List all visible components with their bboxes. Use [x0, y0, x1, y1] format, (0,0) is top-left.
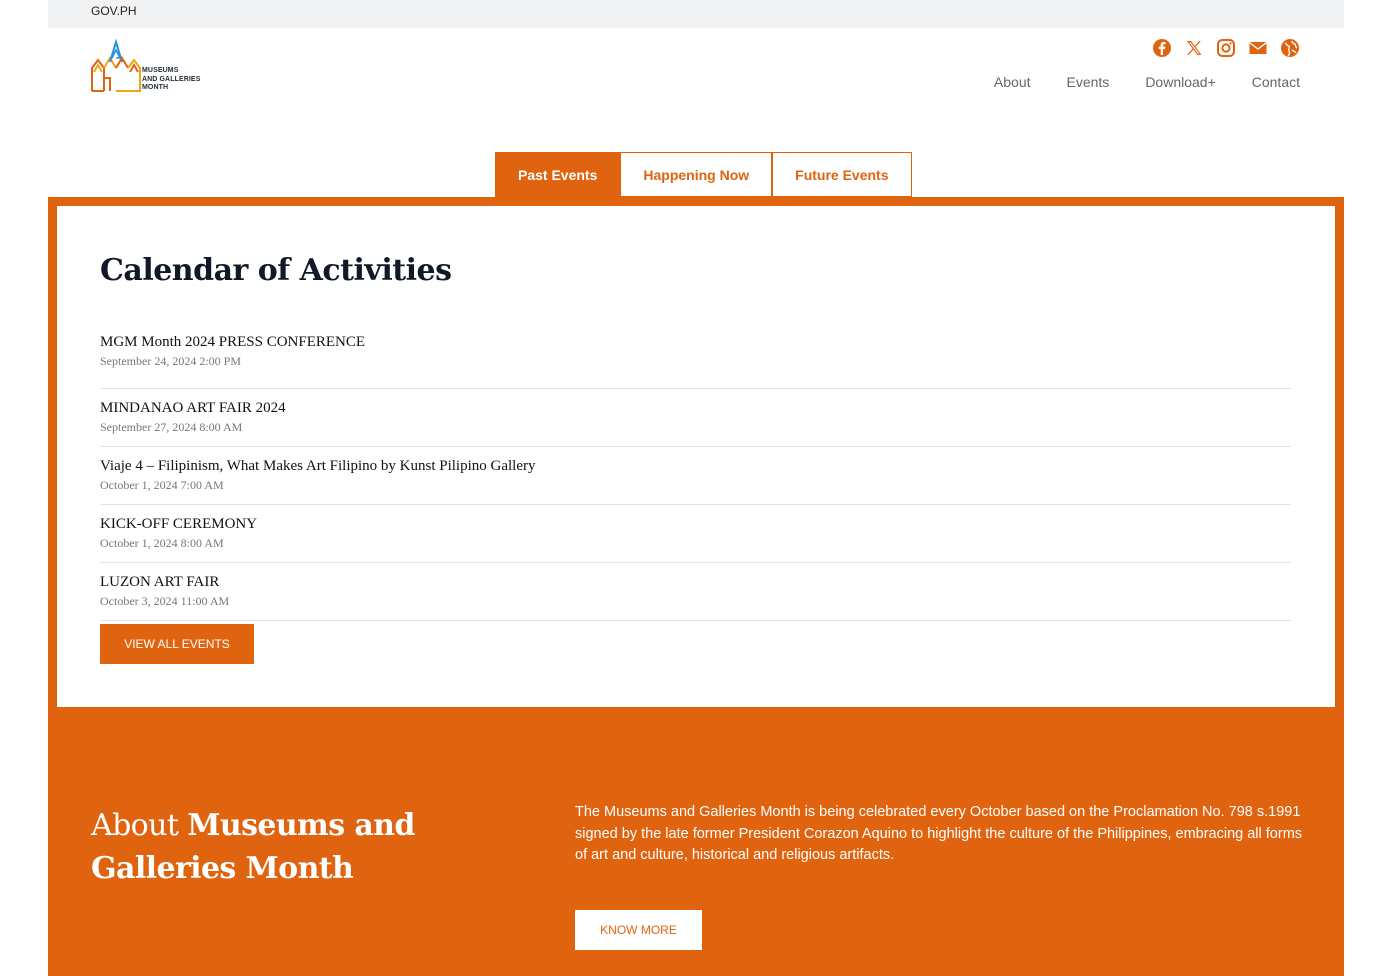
event-tabs: Past Events Happening Now Future Events	[495, 152, 912, 197]
event-title[interactable]: Viaje 4 – Filipinism, What Makes Art Fil…	[100, 458, 1291, 475]
about-title: About Museums and Galleries Month	[91, 804, 421, 890]
gov-ph-link[interactable]: GOV.PH	[91, 4, 137, 18]
logo-line-1: MUSEUMS	[142, 67, 179, 74]
page: GOV.PH MUSEUMS AND GALLERIES MONTH About…	[48, 0, 1344, 976]
event-title[interactable]: KICK-OFF CEREMONY	[100, 516, 1291, 533]
instagram-icon[interactable]	[1216, 38, 1236, 58]
event-date: October 3, 2024 11:00 AM	[100, 594, 230, 608]
nav-contact[interactable]: Contact	[1252, 74, 1300, 90]
event-item: MINDANAO ART FAIR 2024 September 27, 202…	[100, 389, 1291, 447]
tab-happening-now[interactable]: Happening Now	[620, 152, 773, 197]
event-list: MGM Month 2024 PRESS CONFERENCE Septembe…	[100, 331, 1291, 621]
mgm-logo[interactable]: MUSEUMS AND GALLERIES MONTH	[90, 38, 210, 96]
email-icon[interactable]	[1248, 38, 1268, 58]
nav-events[interactable]: Events	[1067, 74, 1110, 90]
about-section: About Museums and Galleries Month The Mu…	[48, 716, 1344, 976]
calendar-panel: Calendar of Activities MGM Month 2024 PR…	[57, 206, 1335, 707]
main-nav: About Events Download+ Contact	[994, 74, 1300, 90]
mgm-logo-icon	[91, 38, 141, 92]
event-date: September 27, 2024 8:00 AM	[100, 420, 243, 434]
logo-line-2: AND GALLERIES	[142, 75, 201, 83]
event-item: Viaje 4 – Filipinism, What Makes Art Fil…	[100, 447, 1291, 505]
logo-text: MUSEUMS AND GALLERIES MONTH	[142, 67, 200, 93]
event-title[interactable]: LUZON ART FAIR	[100, 574, 1291, 591]
event-date: September 24, 2024 2:00 PM	[100, 354, 241, 368]
nav-about[interactable]: About	[994, 74, 1031, 90]
calendar-section: Calendar of Activities MGM Month 2024 PR…	[48, 197, 1344, 716]
event-title[interactable]: MINDANAO ART FAIR 2024	[100, 400, 1291, 417]
gov-bar: GOV.PH	[48, 0, 1344, 28]
about-title-light: About	[91, 808, 188, 843]
social-links	[1152, 38, 1300, 58]
calendar-title: Calendar of Activities	[100, 253, 452, 288]
event-item: KICK-OFF CEREMONY October 1, 2024 8:00 A…	[100, 505, 1291, 563]
event-date: October 1, 2024 7:00 AM	[100, 478, 224, 492]
tab-past-events[interactable]: Past Events	[495, 152, 621, 197]
globe-icon[interactable]	[1280, 38, 1300, 58]
know-more-button[interactable]: KNOW MORE	[575, 910, 702, 950]
nav-download[interactable]: Download+	[1145, 74, 1215, 90]
tab-future-events[interactable]: Future Events	[772, 152, 912, 197]
event-item: LUZON ART FAIR October 3, 2024 11:00 AM	[100, 563, 1291, 621]
event-title[interactable]: MGM Month 2024 PRESS CONFERENCE	[100, 334, 1291, 351]
logo-line-3: MONTH	[142, 84, 169, 91]
facebook-icon[interactable]	[1152, 38, 1172, 58]
event-item: MGM Month 2024 PRESS CONFERENCE Septembe…	[100, 331, 1291, 389]
view-all-events-button[interactable]: VIEW ALL EVENTS	[100, 624, 254, 664]
x-twitter-icon[interactable]	[1184, 38, 1204, 58]
event-date: October 1, 2024 8:00 AM	[100, 536, 224, 550]
about-description: The Museums and Galleries Month is being…	[575, 804, 1303, 863]
